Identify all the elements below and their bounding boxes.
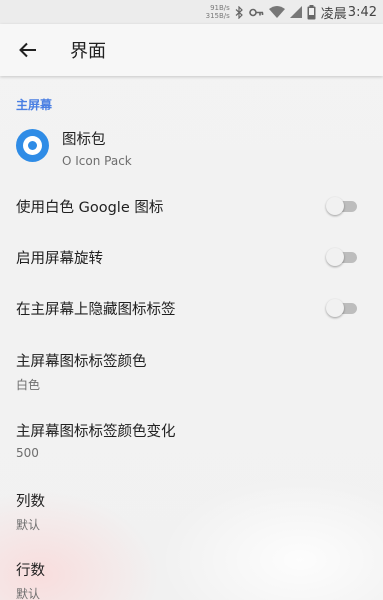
battery-icon [307,4,316,20]
pref-summary: 500 [16,446,39,460]
net-speed-down: 315B/s [205,12,230,20]
pref-hide-icon-labels[interactable]: 在主屏幕上隐藏图标标签 [0,294,383,322]
back-button[interactable] [2,24,54,76]
wifi-icon [268,6,285,18]
pref-summary: 默认 [16,518,41,532]
pref-label-color[interactable]: 主屏幕图标标签颜色 白色 [0,349,383,393]
pref-rows[interactable]: 行数 默认 [0,558,383,600]
bluetooth-icon [235,5,244,19]
toggle-label: 使用白色 Google 图标 [16,200,164,216]
network-speed: 91B/s 315B/s [206,4,230,20]
pref-enable-rotation[interactable]: 启用屏幕旋转 [0,243,383,271]
toggle-label: 启用屏幕旋转 [16,251,103,267]
icon-pack-summary: O Icon Pack [62,154,132,168]
section-header-home-screen: 主屏幕 [16,98,53,112]
key-icon [248,8,264,17]
pref-label-color-variant[interactable]: 主屏幕图标标签颜色变化 500 [0,419,383,463]
arrow-back-icon [19,42,36,58]
signal-icon [289,6,302,18]
pref-title: 列数 [16,494,45,510]
net-speed-up: 91B/s [210,4,230,12]
pref-white-google-icon[interactable]: 使用白色 Google 图标 [0,192,383,220]
icon-pack-icon [16,129,49,162]
pref-summary: 白色 [16,378,41,392]
toggle-switch[interactable] [326,248,357,266]
status-period: 凌晨 [320,6,347,22]
app-bar: 界面 [0,24,383,76]
status-bar: 91B/s 315B/s 凌晨 3:42 [0,0,383,24]
toggle-switch[interactable] [326,197,357,215]
pref-title: 主屏幕图标标签颜色变化 [16,424,176,440]
status-time: 3:42 [347,4,377,20]
pref-title: 行数 [16,563,45,579]
page-title: 界面 [70,41,106,62]
toggle-switch[interactable] [326,299,357,317]
pref-icon-pack[interactable]: 图标包 O Icon Pack [0,124,383,172]
pref-title: 主屏幕图标标签颜色 [16,354,147,370]
toggle-label: 在主屏幕上隐藏图标标签 [16,302,176,318]
pref-columns[interactable]: 列数 默认 [0,489,383,533]
icon-pack-title: 图标包 [62,132,106,148]
pref-summary: 默认 [16,587,41,600]
